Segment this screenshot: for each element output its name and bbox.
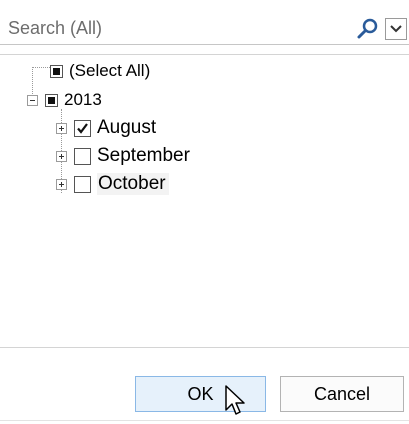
search-dropdown-button[interactable] [385, 18, 407, 40]
expand-september-toggle[interactable] [56, 150, 67, 162]
search-box [0, 13, 409, 45]
collapse-2013-toggle[interactable] [27, 94, 38, 106]
october-checkbox[interactable] [74, 175, 91, 193]
expand-august-toggle[interactable] [56, 122, 67, 134]
checkmark-icon [77, 122, 88, 134]
year-2013-checkbox[interactable] [45, 93, 58, 107]
mouse-pointer-icon [225, 385, 245, 415]
search-input[interactable] [0, 13, 345, 44]
october-label: October [97, 173, 169, 195]
bottom-divider [0, 420, 409, 421]
august-checkbox[interactable] [74, 119, 91, 137]
select-all-checkbox[interactable] [50, 64, 63, 78]
year-2013-label: 2013 [64, 90, 102, 109]
expand-october-toggle[interactable] [56, 178, 67, 190]
magnifier-icon[interactable] [356, 17, 380, 41]
select-all-label: (Select All) [69, 61, 151, 80]
chevron-down-icon [390, 25, 402, 33]
september-label: September [97, 145, 190, 166]
tree-item-select-all[interactable]: (Select All) [50, 58, 150, 84]
tree-item-2013[interactable]: 2013 [27, 87, 102, 113]
cancel-button[interactable]: Cancel [280, 376, 404, 412]
august-label: August [97, 117, 157, 138]
tree-item-september[interactable]: September [56, 143, 190, 169]
tree-item-august[interactable]: August [56, 115, 156, 141]
tree-item-october[interactable]: October [56, 171, 169, 197]
september-checkbox[interactable] [74, 147, 91, 165]
filter-tree: (Select All) 2013 August September Octob… [0, 54, 409, 348]
ok-button[interactable]: OK [135, 376, 266, 412]
